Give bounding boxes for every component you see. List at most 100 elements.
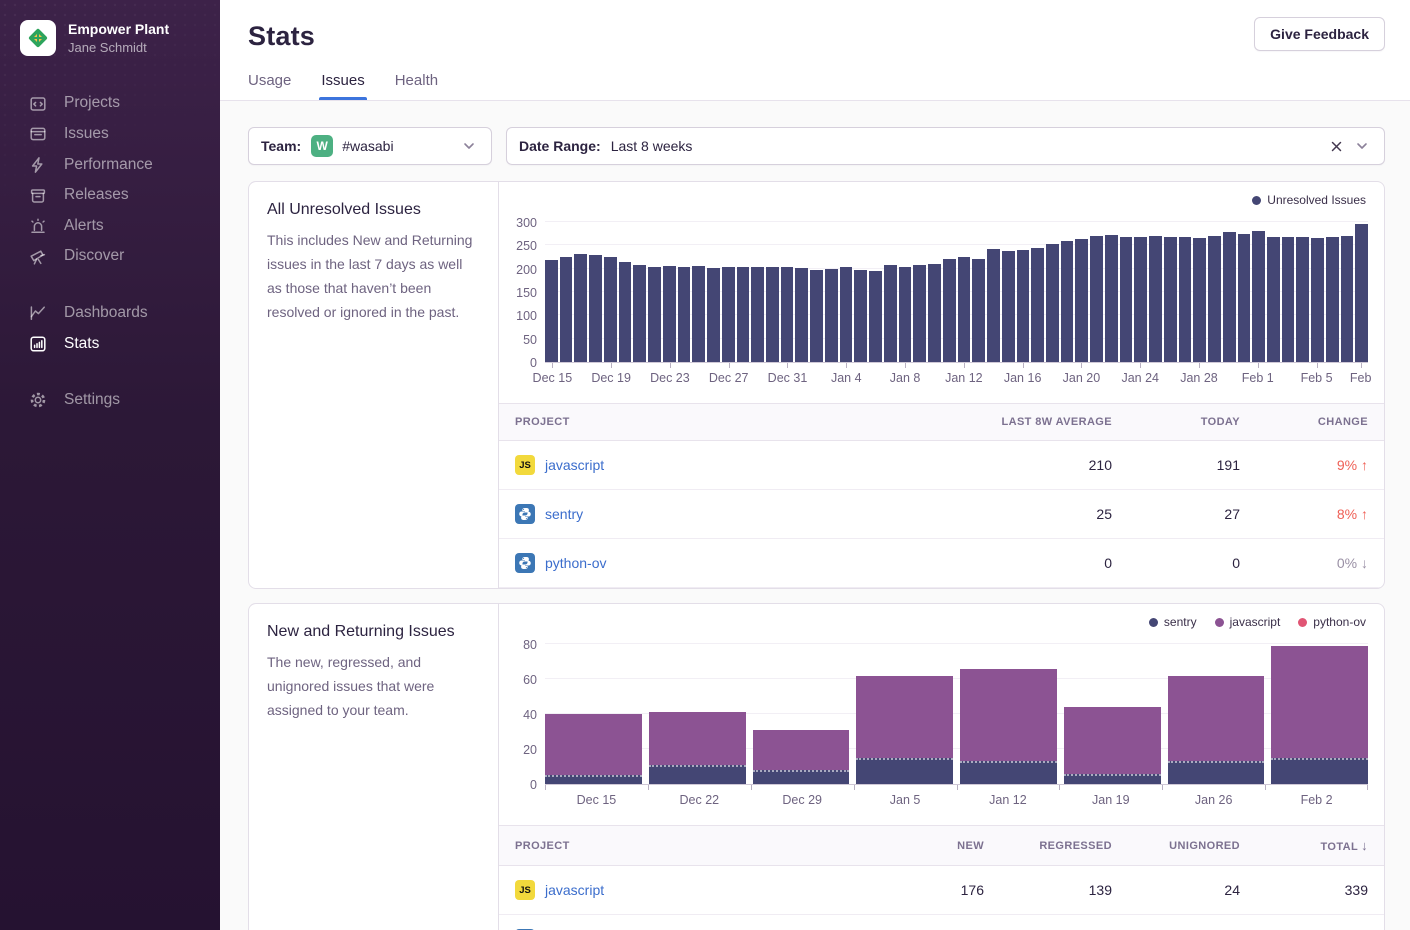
bar-feb-3[interactable] — [1282, 237, 1295, 362]
legend-item-unresolved-issues[interactable]: Unresolved Issues — [1252, 193, 1366, 207]
bar-jan-22[interactable] — [1105, 235, 1118, 362]
legend-item-javascript[interactable]: javascript — [1215, 615, 1281, 629]
bar-dec-15[interactable] — [545, 260, 558, 362]
empower-plant-logo-icon — [26, 26, 50, 50]
legend-item-sentry[interactable]: sentry — [1149, 615, 1197, 629]
project-link-javascript[interactable]: javascript — [545, 882, 604, 898]
bar-dec-23[interactable] — [663, 266, 676, 362]
bar-feb-6[interactable] — [1326, 237, 1339, 362]
sidebar-item-performance[interactable]: Performance — [0, 150, 220, 181]
bar-jan-18[interactable] — [1046, 244, 1059, 362]
bar-jan-19[interactable] — [1061, 241, 1074, 362]
bar-jan-27[interactable] — [1179, 237, 1192, 362]
sidebar-item-settings[interactable]: Settings — [0, 385, 220, 416]
tab-issues[interactable]: Issues — [321, 72, 364, 100]
bar-feb-5[interactable] — [1311, 238, 1324, 362]
bar-dec-18[interactable] — [589, 255, 602, 362]
y-axis-tick-label: 300 — [516, 216, 537, 230]
bar-jan-1[interactable] — [795, 268, 808, 362]
sidebar: Empower Plant Jane Schmidt Projects Issu… — [0, 0, 220, 930]
bar-dec-30[interactable] — [766, 267, 779, 362]
bar-jan-8[interactable] — [899, 267, 912, 362]
bar-jan-12[interactable] — [958, 257, 971, 362]
bar-dec-29[interactable] — [753, 730, 850, 784]
bar-jan-3[interactable] — [825, 269, 838, 362]
sidebar-item-dashboards[interactable]: Dashboards — [0, 298, 220, 329]
org-switcher[interactable]: Empower Plant Jane Schmidt — [0, 0, 220, 62]
bar-jan-2[interactable] — [810, 270, 823, 362]
bar-dec-27[interactable] — [722, 267, 735, 362]
bar-dec-15[interactable] — [545, 714, 642, 784]
bar-jan-26[interactable] — [1168, 676, 1265, 785]
sidebar-item-label: Discover — [64, 247, 124, 266]
column-header-total[interactable]: TOTAL↓ — [1256, 826, 1384, 866]
legend-item-python-ov[interactable]: python-ov — [1298, 615, 1366, 629]
tab-usage[interactable]: Usage — [248, 72, 291, 100]
sidebar-item-releases[interactable]: Releases — [0, 180, 220, 211]
bar-jan-19[interactable] — [1064, 707, 1161, 784]
bar-dec-31[interactable] — [781, 267, 794, 362]
date-range-selector[interactable]: Date Range: Last 8 weeks — [506, 127, 1385, 165]
bar-jan-11[interactable] — [943, 259, 956, 362]
legend-label: python-ov — [1313, 615, 1366, 629]
tab-health[interactable]: Health — [395, 72, 438, 100]
bar-dec-22[interactable] — [649, 712, 746, 784]
bar-jan-5[interactable] — [854, 270, 867, 362]
clear-date-range-icon[interactable] — [1326, 136, 1346, 156]
bar-jan-9[interactable] — [913, 265, 926, 362]
team-selector[interactable]: Team: W #wasabi — [248, 127, 492, 165]
bar-jan-25[interactable] — [1149, 236, 1162, 362]
bar-jan-26[interactable] — [1164, 237, 1177, 362]
project-link-sentry[interactable]: sentry — [545, 506, 583, 522]
bar-feb-4[interactable] — [1296, 237, 1309, 362]
bar-dec-21[interactable] — [633, 265, 646, 362]
change-value: 8% ↑ — [1337, 506, 1368, 522]
bar-dec-24[interactable] — [678, 267, 691, 362]
bar-dec-26[interactable] — [707, 268, 720, 362]
bar-jan-23[interactable] — [1120, 237, 1133, 362]
bar-jan-20[interactable] — [1075, 239, 1088, 362]
bar-dec-22[interactable] — [648, 267, 661, 362]
project-link-python-ov[interactable]: python-ov — [545, 555, 606, 571]
bar-jan-28[interactable] — [1193, 238, 1206, 362]
bar-feb-2[interactable] — [1267, 237, 1280, 362]
give-feedback-button[interactable]: Give Feedback — [1254, 17, 1385, 51]
sidebar-item-projects[interactable]: Projects — [0, 88, 220, 119]
sidebar-item-stats[interactable]: Stats — [0, 329, 220, 360]
bar-dec-28[interactable] — [737, 267, 750, 362]
sidebar-item-alerts[interactable]: Alerts — [0, 211, 220, 242]
bar-jan-17[interactable] — [1031, 248, 1044, 362]
bar-jan-29[interactable] — [1208, 236, 1221, 362]
bar-jan-31[interactable] — [1238, 234, 1251, 362]
y-axis-tick-label: 80 — [523, 638, 537, 652]
project-link-javascript[interactable]: javascript — [545, 457, 604, 473]
bar-jan-5[interactable] — [856, 676, 953, 785]
bar-jan-21[interactable] — [1090, 236, 1103, 362]
bar-jan-12[interactable] — [960, 669, 1057, 785]
bar-jan-4[interactable] — [840, 267, 853, 362]
value-cell: 176 — [872, 866, 1000, 915]
bar-jan-30[interactable] — [1223, 232, 1236, 362]
sidebar-item-discover[interactable]: Discover — [0, 241, 220, 272]
bar-feb-8[interactable] — [1355, 224, 1368, 362]
bar-dec-16[interactable] — [560, 257, 573, 362]
bar-dec-25[interactable] — [692, 266, 705, 362]
sidebar-item-issues[interactable]: Issues — [0, 119, 220, 150]
bar-jan-14[interactable] — [987, 249, 1000, 362]
bar-jan-13[interactable] — [972, 259, 985, 362]
sidebar-item-label: Dashboards — [64, 304, 148, 323]
bar-dec-17[interactable] — [574, 254, 587, 362]
bar-dec-20[interactable] — [619, 262, 632, 362]
bar-dec-29[interactable] — [751, 267, 764, 362]
bar-feb-1[interactable] — [1252, 231, 1265, 362]
bar-jan-24[interactable] — [1134, 237, 1147, 362]
team-value: #wasabi — [342, 138, 393, 154]
bar-feb-2[interactable] — [1271, 646, 1368, 784]
bar-jan-6[interactable] — [869, 271, 882, 362]
bar-jan-15[interactable] — [1002, 251, 1015, 362]
bar-jan-10[interactable] — [928, 264, 941, 362]
bar-dec-19[interactable] — [604, 257, 617, 362]
bar-feb-7[interactable] — [1341, 236, 1354, 362]
bar-jan-16[interactable] — [1017, 250, 1030, 362]
bar-jan-7[interactable] — [884, 265, 897, 362]
